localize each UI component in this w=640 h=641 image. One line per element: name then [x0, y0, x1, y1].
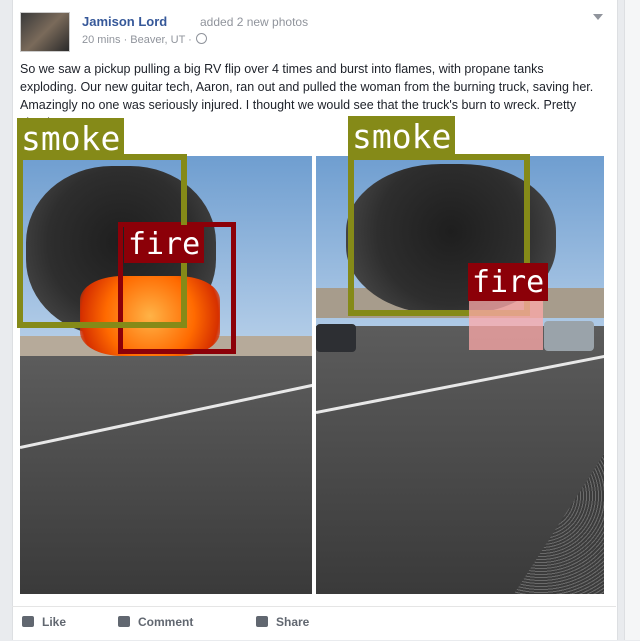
smoke-label: smoke: [348, 116, 456, 156]
post-options-caret-icon[interactable]: [593, 14, 603, 20]
fire-label: fire: [124, 225, 205, 263]
post-meta: 20 mins · Beaver, UT ·: [82, 33, 207, 46]
post-meta-text: 20 mins · Beaver, UT ·: [82, 34, 192, 46]
fire-label: fire: [468, 263, 549, 301]
comment-icon: [118, 616, 130, 627]
share-label: Share: [276, 615, 310, 629]
like-button[interactable]: Like: [22, 615, 66, 629]
author-avatar[interactable]: [20, 12, 70, 52]
fire-bounding-box: [469, 296, 543, 350]
smoke-label: smoke: [17, 118, 125, 158]
comment-label: Comment: [138, 615, 194, 629]
like-label: Like: [42, 615, 67, 629]
post-action-bar: Like Comment Share: [12, 606, 616, 641]
post-action-text: added 2 new photos: [200, 15, 309, 29]
post-author[interactable]: Jamison Lord: [82, 14, 167, 29]
share-icon: [256, 616, 268, 627]
thumbs-up-icon: [22, 616, 34, 627]
road: [20, 356, 312, 594]
car: [316, 324, 356, 352]
car: [544, 321, 594, 351]
right-sidebar-edge: [624, 0, 640, 640]
comment-button[interactable]: Comment: [118, 615, 193, 629]
share-button[interactable]: Share: [256, 615, 309, 629]
globe-icon: [195, 33, 207, 44]
